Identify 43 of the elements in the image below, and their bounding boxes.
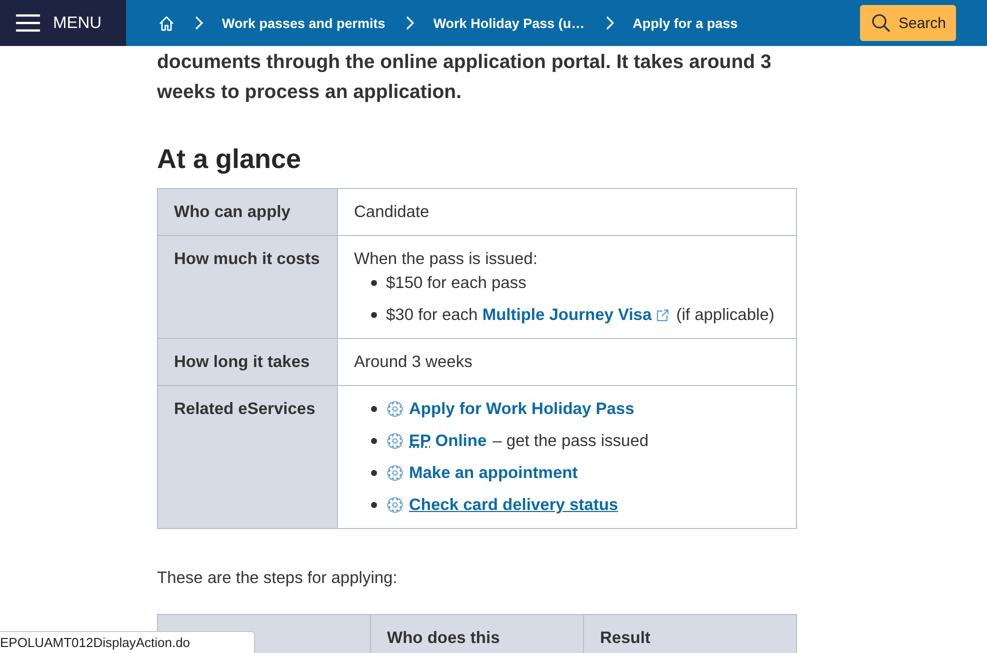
gear-icon xyxy=(387,465,403,481)
table-header-cell: Result xyxy=(584,614,796,653)
breadcrumb-link[interactable]: Work Holiday Pass (u… xyxy=(433,16,585,30)
chevron-icon xyxy=(606,16,614,30)
table-cell: Candidate xyxy=(338,188,796,236)
bullet-icon xyxy=(371,470,377,476)
bullet-icon xyxy=(371,438,377,444)
menu-button[interactable]: MENU xyxy=(0,0,126,46)
eservice-link[interactable]: Check card delivery status xyxy=(409,493,618,517)
row-header-cell: How much it costs xyxy=(158,236,338,338)
row-header-cell: How long it takes xyxy=(158,338,338,386)
home-icon xyxy=(159,16,174,30)
row-header-cell: Related eServices xyxy=(158,386,338,528)
eservice-link[interactable]: Apply for Work Holiday Pass xyxy=(409,397,634,421)
cost-item-text: $30 for each Multiple Journey Visa (if applicable) xyxy=(386,303,774,327)
chevron-icon xyxy=(406,16,414,30)
gear-icon xyxy=(387,433,403,449)
search-icon xyxy=(872,14,890,32)
row-header-cell: Who can apply xyxy=(158,188,338,236)
chevron-icon xyxy=(195,16,203,30)
cost-item-text: $150 for each pass xyxy=(386,273,526,294)
cost-intro-text: When the pass is issued: xyxy=(354,249,538,270)
status-bar-url: EPOLUAMT012DisplayAction.do xyxy=(0,631,255,653)
home-link[interactable] xyxy=(159,16,174,30)
eservice-link[interactable]: EP Online xyxy=(409,429,487,453)
bullet-icon xyxy=(371,406,377,412)
menu-icon xyxy=(16,14,40,32)
search-button[interactable]: Search xyxy=(860,5,956,41)
breadcrumb-current: Apply for a pass xyxy=(632,16,738,30)
eservice-note: – get the pass issued xyxy=(492,431,649,452)
bullet-icon xyxy=(371,280,377,286)
table-cell: Around 3 weeks xyxy=(338,338,796,386)
eservice-link[interactable]: Make an appointment xyxy=(409,461,578,485)
section-heading: At a glance xyxy=(157,143,302,176)
bullet-icon xyxy=(371,312,377,318)
visa-link[interactable]: Multiple Journey Visa xyxy=(482,303,652,327)
gear-icon xyxy=(387,401,403,417)
breadcrumb-link[interactable]: Work passes and permits xyxy=(222,16,386,30)
table-header-cell: Who does this xyxy=(370,614,584,653)
bullet-icon xyxy=(371,502,377,508)
intro-text: documents through the online application portal. It takes around 3 weeks to process an application. xyxy=(157,50,772,105)
steps-lead-text: These are the steps for applying: xyxy=(157,568,398,589)
gear-icon xyxy=(387,497,403,513)
